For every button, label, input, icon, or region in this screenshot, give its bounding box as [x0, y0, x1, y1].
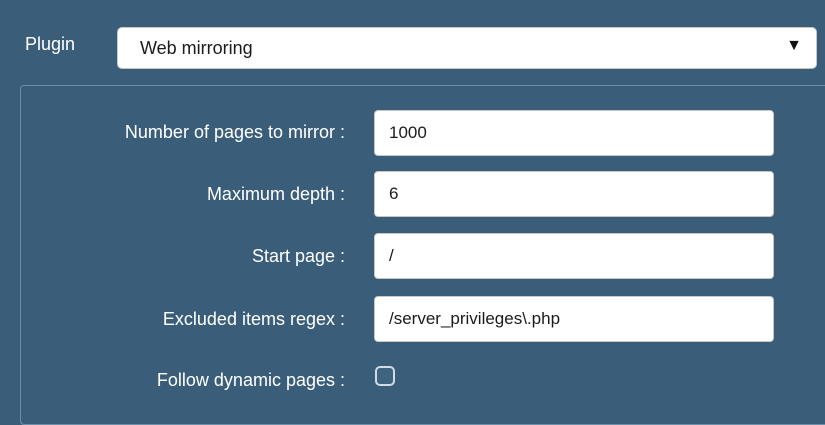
- chevron-down-icon[interactable]: ▼: [786, 37, 802, 55]
- start-page-input[interactable]: /: [374, 233, 774, 279]
- excluded-items-regex-label: Excluded items regex :: [162, 309, 345, 329]
- pages-to-mirror-label: Number of pages to mirror :: [124, 122, 345, 142]
- plugin-label: Plugin: [25, 34, 76, 54]
- plugin-select-value: Web mirroring: [140, 38, 253, 58]
- maximum-depth-label: Maximum depth :: [206, 184, 345, 204]
- plugin-select[interactable]: Web mirroring ▼: [117, 27, 817, 69]
- plugin-config-panel: Plugin Web mirroring ▼ Number of pages t…: [0, 0, 825, 425]
- follow-dynamic-pages-checkbox[interactable]: [375, 366, 395, 386]
- excluded-items-regex-input[interactable]: /server_privileges\.php: [374, 296, 774, 342]
- maximum-depth-input[interactable]: 6: [374, 171, 774, 217]
- pages-to-mirror-input[interactable]: 1000: [374, 110, 774, 156]
- start-page-label: Start page :: [251, 246, 345, 266]
- follow-dynamic-pages-label: Follow dynamic pages :: [156, 370, 345, 390]
